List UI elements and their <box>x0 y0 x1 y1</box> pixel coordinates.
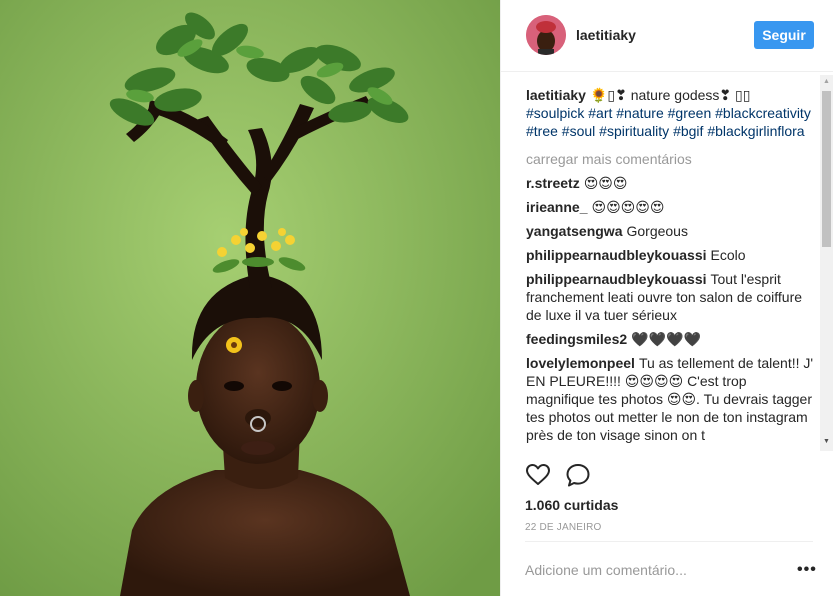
caption: laetitiaky 🌻▯❣ nature godess❣ ▯▯ #soulpic… <box>526 86 816 140</box>
comment-item: feedingsmiles2 🖤🖤🖤🖤 <box>526 330 816 348</box>
post-photo[interactable] <box>0 0 500 596</box>
scroll-up-arrow-icon[interactable]: ▲ <box>823 78 830 85</box>
comment-item: irieanne_ 😍😍😍😍😍 <box>526 198 816 216</box>
comment-username[interactable]: feedingsmiles2 <box>526 331 627 347</box>
comment-text: 🖤🖤🖤🖤 <box>631 331 701 347</box>
portrait-image <box>0 0 500 596</box>
comment-username[interactable]: r.streetz <box>526 175 580 191</box>
comment-item: philippearnaudbleykouassi Ecolo <box>526 246 816 264</box>
comment-text: 😍😍😍 <box>583 175 628 191</box>
comment-item: yangatsengwa Gorgeous <box>526 222 816 240</box>
heart-icon[interactable] <box>525 462 551 488</box>
ellipsis-icon[interactable]: ••• <box>797 561 817 579</box>
comments-list: laetitiaky 🌻▯❣ nature godess❣ ▯▯ #soulpic… <box>526 86 816 452</box>
comment-username[interactable]: philippearnaudbleykouassi <box>526 247 707 263</box>
post-header: laetitiaky Seguir <box>501 0 833 72</box>
comment-text: 😍😍😍😍😍 <box>591 199 665 215</box>
comment-item: r.streetz 😍😍😍 <box>526 174 816 192</box>
follow-button[interactable]: Seguir <box>754 21 814 49</box>
comment-username[interactable]: yangatsengwa <box>526 223 622 239</box>
likes-count[interactable]: 1.060 curtidas <box>525 497 618 513</box>
avatar[interactable] <box>526 15 566 55</box>
speech-bubble-icon[interactable] <box>565 462 591 488</box>
post-actions <box>525 462 625 490</box>
comment-text: Gorgeous <box>626 223 688 239</box>
load-more-comments-link[interactable]: carregar mais comentários <box>526 150 816 168</box>
comment-username[interactable]: lovelylemonpeel <box>526 355 635 371</box>
scrollbar-thumb[interactable] <box>822 91 831 247</box>
divider <box>525 541 813 542</box>
caption-username[interactable]: laetitiaky <box>526 87 586 103</box>
comment-input[interactable] <box>525 559 775 581</box>
post-date: 22 DE JANEIRO <box>525 522 602 533</box>
comment-username[interactable]: irieanne_ <box>526 199 587 215</box>
add-comment-bar: ••• <box>500 541 820 596</box>
comment-text: Ecolo <box>710 247 746 263</box>
comment-item: lovelylemonpeel Tu as tellement de talent… <box>526 354 816 444</box>
caption-text: 🌻▯❣ nature godess❣ ▯▯ <box>589 87 751 103</box>
scroll-down-arrow-icon[interactable]: ▼ <box>823 438 830 445</box>
comment-item: philippearnaudbleykouassi Tout l'esprit f… <box>526 270 816 324</box>
comment-username[interactable]: philippearnaudbleykouassi <box>526 271 707 287</box>
header-username[interactable]: laetitiaky <box>576 27 636 43</box>
caption-hashtags[interactable]: #soulpick #art #nature #green #blackcrea… <box>526 104 816 140</box>
